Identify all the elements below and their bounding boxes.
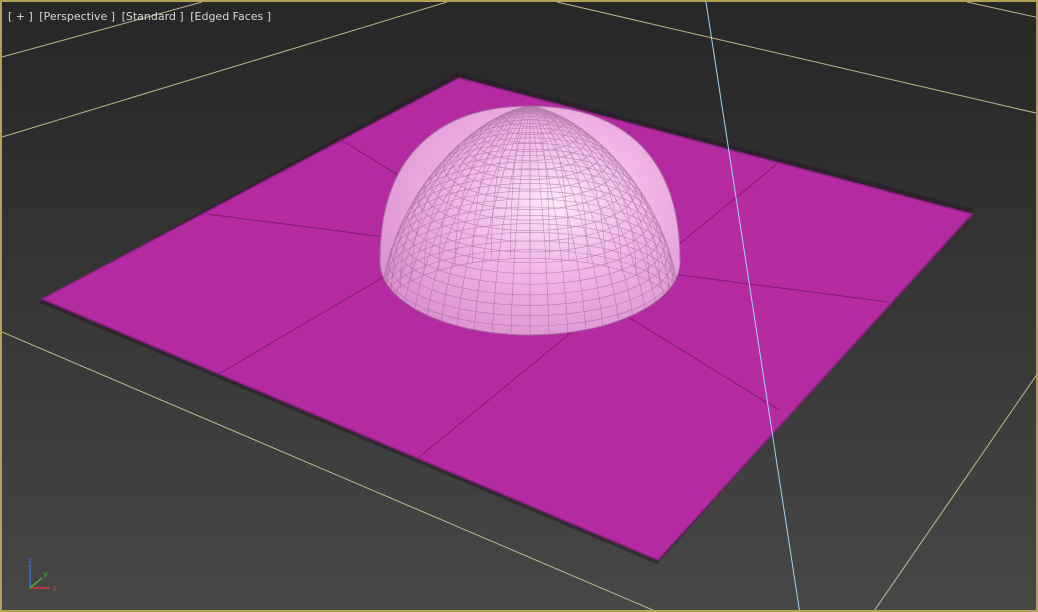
y-axis-label: y <box>43 570 48 579</box>
perspective-viewport[interactable]: [ + ] [Perspective ] [Standard ] [Edged … <box>0 0 1038 612</box>
axis-tripod-icon: z x y <box>28 556 57 593</box>
grid-line <box>966 2 1036 18</box>
grid-line <box>874 374 1036 610</box>
scene-canvas[interactable] <box>2 2 1038 612</box>
x-axis-label: x <box>52 584 57 593</box>
viewport-shading-label[interactable]: [Standard ] <box>122 10 184 23</box>
z-axis-label: z <box>28 556 32 565</box>
grid-line <box>556 2 1036 114</box>
viewport-menu-label[interactable]: [ + ] <box>8 10 33 23</box>
viewport-view-label[interactable]: [Perspective ] <box>39 10 115 23</box>
viewport-label-bar: [ + ] [Perspective ] [Standard ] [Edged … <box>8 10 274 23</box>
viewport-display-label[interactable]: [Edged Faces ] <box>190 10 271 23</box>
y-axis-line <box>29 577 43 589</box>
